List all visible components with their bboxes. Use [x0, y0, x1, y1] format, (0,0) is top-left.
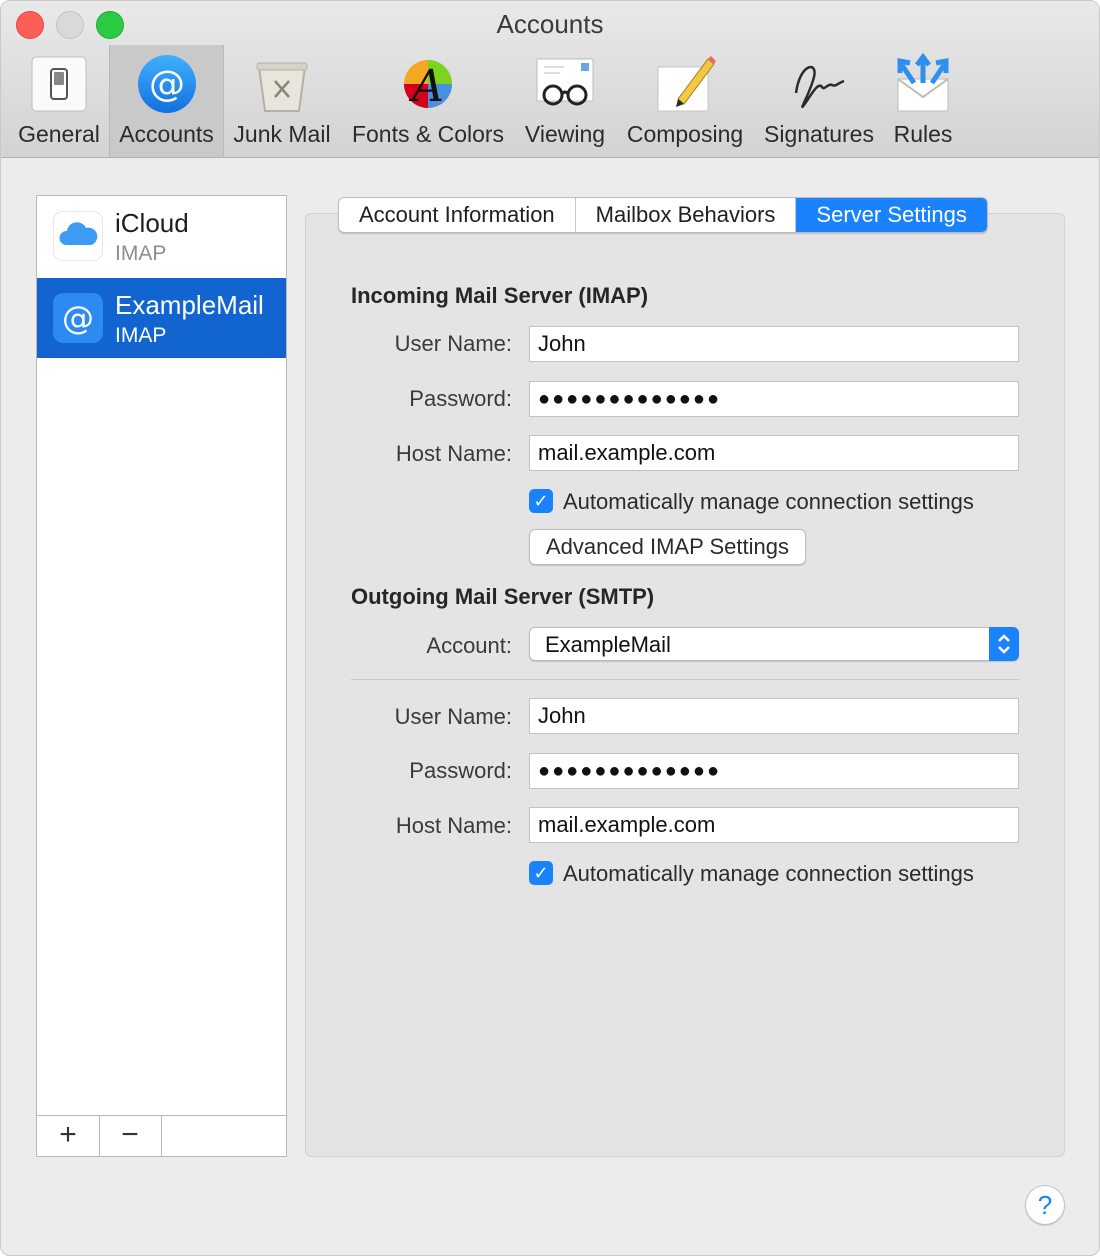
pencil-paper-icon — [657, 56, 716, 112]
account-type: IMAP — [115, 242, 167, 265]
toolbar-item-rules[interactable]: Rules — [885, 45, 961, 157]
window-title: Accounts — [496, 9, 604, 39]
toolbar-label: Composing — [626, 121, 744, 147]
account-list-footer: + − — [37, 1115, 286, 1156]
account-item-icloud[interactable]: iCloud IMAP — [37, 196, 286, 276]
at-sign-icon: @ — [53, 293, 103, 343]
signature-icon — [794, 65, 845, 108]
envelope-arrows-icon — [897, 53, 949, 112]
checkmark-icon: ✓ — [533, 863, 549, 883]
tab-server-settings[interactable]: Server Settings — [796, 198, 987, 232]
incoming-password-field[interactable]: ●●●●●●●●●●●●● — [529, 381, 1019, 417]
outgoing-account-value: ExampleMail — [545, 632, 671, 657]
checkmark-icon: ✓ — [533, 491, 549, 511]
toolbar-label: Fonts & Colors — [351, 121, 505, 147]
account-list: iCloud IMAP @ ExampleMail IMAP + − — [36, 195, 287, 1157]
outgoing-password-field[interactable]: ●●●●●●●●●●●●● — [529, 753, 1019, 789]
incoming-user-name-field[interactable]: John — [529, 326, 1019, 362]
outgoing-account-label: Account: — [426, 633, 512, 658]
incoming-host-name-field[interactable]: mail.example.com — [529, 435, 1019, 471]
preferences-window: Accounts General @ Accounts Junk Mail A … — [0, 0, 1100, 1256]
font-color-wheel-icon: A — [404, 60, 452, 112]
toolbar-label: Accounts — [119, 121, 214, 147]
toolbar-label: Signatures — [764, 121, 874, 147]
section-divider — [351, 679, 1019, 680]
incoming-password-label: Password: — [409, 386, 512, 411]
outgoing-user-name-field[interactable]: John — [529, 698, 1019, 734]
incoming-host-label: Host Name: — [395, 441, 512, 466]
outgoing-host-name-field[interactable]: mail.example.com — [529, 807, 1019, 843]
at-sign-icon: @ — [137, 55, 196, 113]
remove-account-button[interactable]: − — [99, 1116, 162, 1156]
outgoing-auto-manage-label: Automatically manage connection settings — [563, 861, 974, 886]
account-item-examplemail[interactable]: @ ExampleMail IMAP — [37, 278, 286, 358]
account-type: IMAP — [115, 324, 167, 347]
toolbar-item-signatures[interactable]: Signatures — [757, 45, 881, 157]
toolbar-label: Viewing — [524, 121, 606, 147]
account-name: iCloud — [115, 208, 189, 238]
incoming-user-label: User Name: — [394, 331, 512, 356]
help-button[interactable]: ? — [1025, 1185, 1065, 1225]
outgoing-password-label: Password: — [409, 758, 512, 783]
tab-mailbox-behaviors[interactable]: Mailbox Behaviors — [576, 198, 797, 232]
svg-text:@: @ — [62, 299, 94, 337]
advanced-imap-settings-button[interactable]: Advanced IMAP Settings — [529, 529, 806, 565]
outgoing-host-label: Host Name: — [395, 813, 512, 838]
glasses-letter-icon — [536, 58, 594, 106]
chevron-up-down-icon — [989, 627, 1019, 661]
toolbar-item-fonts-colors[interactable]: A Fonts & Colors — [345, 45, 511, 157]
incoming-auto-manage-checkbox[interactable]: ✓ — [529, 489, 553, 513]
toolbar-item-general[interactable]: General — [9, 45, 109, 157]
trash-bin-icon — [256, 62, 308, 112]
toolbar-label: Rules — [893, 121, 953, 147]
account-name: ExampleMail — [115, 290, 264, 320]
outgoing-user-label: User Name: — [394, 704, 512, 729]
outgoing-section-title: Outgoing Mail Server (SMTP) — [351, 584, 655, 609]
outgoing-auto-manage-checkbox[interactable]: ✓ — [529, 861, 553, 885]
toolbar: Accounts General @ Accounts Junk Mail A … — [1, 1, 1099, 158]
svg-text:@: @ — [149, 64, 185, 105]
toolbar-item-viewing[interactable]: Viewing — [516, 45, 614, 157]
toolbar-item-junk-mail[interactable]: Junk Mail — [227, 45, 337, 157]
incoming-section-title: Incoming Mail Server (IMAP) — [351, 283, 649, 308]
add-account-button[interactable]: + — [37, 1116, 100, 1156]
toolbar-label: General — [18, 121, 100, 147]
switch-icon — [31, 56, 87, 112]
toolbar-item-composing[interactable]: Composing — [619, 45, 751, 157]
tab-bar: Account Information Mailbox Behaviors Se… — [338, 197, 988, 233]
outgoing-account-select[interactable]: ExampleMail — [529, 627, 1019, 661]
tab-account-information[interactable]: Account Information — [339, 198, 576, 232]
toolbar-item-accounts[interactable]: @ Accounts — [109, 45, 224, 157]
incoming-auto-manage-label: Automatically manage connection settings — [563, 489, 974, 514]
svg-text:A: A — [408, 61, 444, 112]
toolbar-label: Junk Mail — [233, 121, 331, 147]
cloud-icon — [53, 211, 103, 261]
